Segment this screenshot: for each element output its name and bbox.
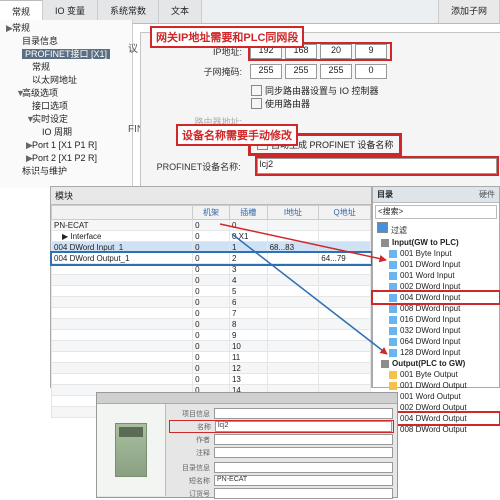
- module-col[interactable]: [52, 206, 193, 220]
- module-row-empty[interactable]: 06: [52, 297, 371, 308]
- module-row[interactable]: ▶ Interface00 X1: [52, 231, 371, 242]
- module-col[interactable]: I地址: [267, 206, 319, 220]
- callout-name: 设备名称需要手动修改: [178, 126, 296, 144]
- mask-octet-2[interactable]: 255: [285, 64, 317, 79]
- module-col[interactable]: Q地址: [319, 206, 371, 220]
- router-checkbox-row[interactable]: 使用路由器: [147, 97, 497, 110]
- add-subnet-button[interactable]: 添加子网: [438, 0, 500, 23]
- module-row-empty[interactable]: 07: [52, 308, 371, 319]
- catalog-search[interactable]: <搜索>: [375, 205, 497, 219]
- tree-item[interactable]: ▼实时设定: [2, 113, 130, 126]
- mask-octet-3[interactable]: 255: [320, 64, 352, 79]
- prop-row: 作者: [170, 434, 393, 445]
- module-row-empty[interactable]: 013: [52, 374, 371, 385]
- catalog-item[interactable]: 128 DWord Input: [373, 347, 499, 358]
- module-row-empty[interactable]: 03: [52, 264, 371, 275]
- module-row-empty[interactable]: 08: [52, 319, 371, 330]
- module-table-panel: 模块 机架插槽I地址Q地址PN-ECAT00▶ Interface00 X100…: [50, 186, 372, 388]
- module-row[interactable]: 004 DWord Output_10264...79: [52, 253, 371, 264]
- catalog-title: 目录 硬件: [373, 187, 499, 203]
- module-row-empty[interactable]: 012: [52, 363, 371, 374]
- router-label: 使用路由器: [265, 97, 310, 110]
- tab-text[interactable]: 文本: [159, 0, 202, 23]
- prop-row: 目录信息: [170, 462, 393, 473]
- module-row-empty[interactable]: 04: [52, 275, 371, 286]
- inset-titlebar: [97, 393, 397, 404]
- mask-row: 子网掩码: 255 255 255 0: [147, 64, 497, 79]
- catalog-group[interactable]: Output(PLC to GW): [373, 358, 499, 369]
- catalog-item[interactable]: 064 DWord Input: [373, 336, 499, 347]
- catalog-item[interactable]: 001 DWord Output: [373, 380, 499, 391]
- tree-item[interactable]: 接口选项: [2, 100, 130, 113]
- device-properties: 项目信息名称lcj2作者注释目录信息短名称PN-ECAT订货号固件版本V1.0: [166, 404, 397, 496]
- sync-checkbox[interactable]: [251, 85, 262, 96]
- module-row-empty[interactable]: 010: [52, 341, 371, 352]
- catalog-item[interactable]: 001 Byte Input: [373, 248, 499, 259]
- catalog-item[interactable]: 016 DWord Input: [373, 314, 499, 325]
- ip-octet-3[interactable]: 20: [320, 44, 352, 59]
- catalog-tab[interactable]: 硬件: [479, 189, 495, 200]
- tree-item[interactable]: ▶Port 2 [X1 P2 R]: [2, 152, 130, 165]
- mask-octet-4[interactable]: 0: [355, 64, 387, 79]
- filter-label: 过滤: [391, 226, 407, 235]
- ip-octet-1[interactable]: 192: [250, 44, 282, 59]
- tree-item[interactable]: 以太网地址: [2, 74, 130, 87]
- filter-checkbox[interactable]: [377, 222, 388, 233]
- catalog-item[interactable]: 004 DWord Input: [373, 292, 499, 303]
- catalog-group[interactable]: Input(GW to PLC): [373, 237, 499, 248]
- tree-item[interactable]: 目录信息: [2, 35, 130, 48]
- tree-item[interactable]: 标识与维护: [2, 165, 130, 178]
- prop-row[interactable]: 短名称PN-ECAT: [170, 475, 393, 486]
- prop-row[interactable]: 名称lcj2: [170, 421, 393, 432]
- module-row-empty[interactable]: 09: [52, 330, 371, 341]
- module-row-empty[interactable]: 05: [52, 286, 371, 297]
- ethernet-form: IP地址: 192 168 20 9 子网掩码: 255 255 255 0 同…: [140, 32, 500, 198]
- catalog-item[interactable]: 008 DWord Input: [373, 303, 499, 314]
- sync-checkbox-row[interactable]: 同步路由器设置与 IO 控制器: [147, 84, 497, 97]
- ip-row: IP地址: 192 168 20 9: [147, 44, 497, 59]
- module-row[interactable]: 004 DWord Input_10168...83: [52, 242, 371, 253]
- module-table[interactable]: 机架插槽I地址Q地址PN-ECAT00▶ Interface00 X1004 D…: [51, 205, 371, 418]
- devname-label: PROFINET设备名称:: [147, 160, 241, 173]
- module-row[interactable]: PN-ECAT00: [52, 220, 371, 231]
- section-protocol-label: 议: [128, 40, 138, 55]
- mask-label: 子网掩码:: [147, 65, 242, 78]
- module-col[interactable]: 插槽: [229, 206, 267, 220]
- module-col[interactable]: 机架: [193, 206, 230, 220]
- callout-ip: 网关IP地址需要和PLC同网段: [152, 28, 302, 46]
- tree-item[interactable]: ▶常规: [2, 22, 130, 35]
- ip-octet-2[interactable]: 168: [285, 44, 317, 59]
- prop-row: 订货号: [170, 488, 393, 499]
- ip-octet-4[interactable]: 9: [355, 44, 387, 59]
- mask-octet-1[interactable]: 255: [250, 64, 282, 79]
- module-table-title: 模块: [51, 187, 371, 205]
- catalog-item[interactable]: 002 DWord Input: [373, 281, 499, 292]
- tree-item[interactable]: ▼高级选项: [2, 87, 130, 100]
- catalog-item[interactable]: 001 Word Input: [373, 270, 499, 281]
- prop-row: 注释: [170, 447, 393, 458]
- tree-item[interactable]: 常规: [2, 61, 130, 74]
- catalog-item[interactable]: 032 DWord Input: [373, 325, 499, 336]
- tree-item[interactable]: IO 周期: [2, 126, 130, 139]
- tree-item[interactable]: ▶Port 1 [X1 P1 R]: [2, 139, 130, 152]
- device-view: [97, 404, 166, 496]
- lower-screenshot: 项目信息名称lcj2作者注释目录信息短名称PN-ECAT订货号固件版本V1.0: [96, 392, 398, 498]
- catalog-item[interactable]: 001 DWord Input: [373, 259, 499, 270]
- ip-label: IP地址:: [147, 45, 242, 58]
- devname-input[interactable]: lcj2: [257, 158, 497, 174]
- nav-tree[interactable]: ▶常规目录信息PROFINET接口 [X1]常规以太网地址▼高级选项接口选项▼实…: [0, 20, 133, 188]
- device-icon: [115, 423, 147, 477]
- sync-label: 同步路由器设置与 IO 控制器: [265, 84, 379, 97]
- module-row-empty[interactable]: 011: [52, 352, 371, 363]
- router-checkbox[interactable]: [251, 98, 262, 109]
- prop-row: 项目信息: [170, 408, 393, 419]
- catalog-item[interactable]: 001 Byte Output: [373, 369, 499, 380]
- tree-item[interactable]: PROFINET接口 [X1]: [2, 48, 130, 61]
- hw-catalog: 目录 硬件 <搜索> 过滤 Input(GW to PLC)001 Byte I…: [372, 186, 500, 388]
